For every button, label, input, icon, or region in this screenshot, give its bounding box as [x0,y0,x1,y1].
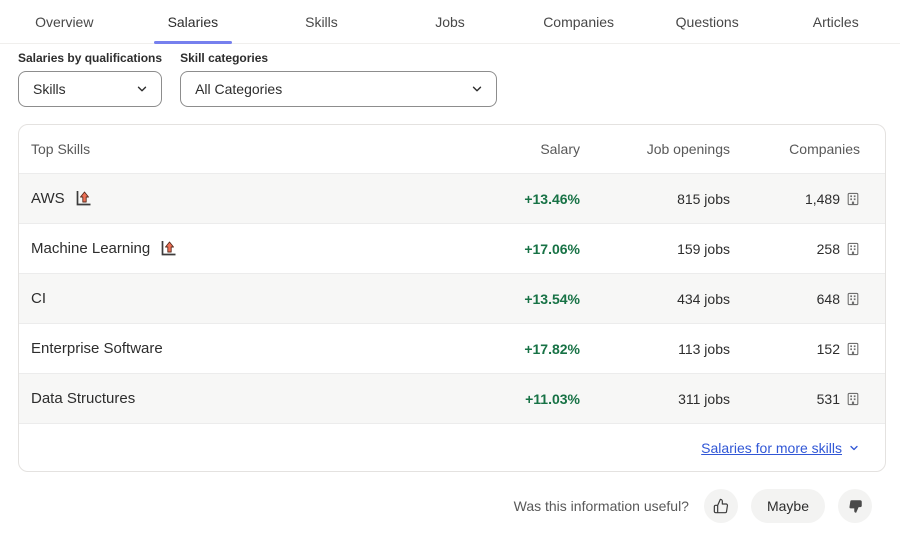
tab-salaries[interactable]: Salaries [129,0,258,43]
tab-label: Salaries [168,14,219,30]
salary-change: +13.46% [460,191,580,207]
header-top-skills: Top Skills [31,141,460,157]
building-icon [846,242,860,256]
building-icon [846,192,860,206]
tab-overview[interactable]: Overview [0,0,129,43]
job-openings-count: 815 jobs [580,191,730,207]
companies-count: 258 [817,241,840,257]
table-header-row: Top Skills Salary Job openings Companies [19,125,885,173]
tab-label: Overview [35,14,93,30]
building-icon [846,342,860,356]
tab-bar: Overview Salaries Skills Jobs Companies … [0,0,900,44]
salary-change: +11.03% [460,391,580,407]
table-row[interactable]: AWS +13.46% 815 jobs 1,489 [19,173,885,223]
tab-label: Questions [676,14,739,30]
salary-change: +17.06% [460,241,580,257]
filter-categories: Skill categories All Categories [180,51,497,107]
skill-name: CI [31,290,46,307]
more-skills-link-label: Salaries for more skills [701,440,842,456]
thumbs-down-icon [848,499,863,514]
tab-label: Jobs [435,14,465,30]
job-openings-count: 113 jobs [580,341,730,357]
header-salary: Salary [460,141,580,157]
building-icon [846,292,860,306]
qualifications-select[interactable]: Skills [18,71,162,107]
tab-questions[interactable]: Questions [643,0,772,43]
tab-label: Companies [543,14,614,30]
qualifications-label: Salaries by qualifications [18,51,162,65]
salary-change: +13.54% [460,291,580,307]
companies-count: 648 [817,291,840,307]
salary-change: +17.82% [460,341,580,357]
skill-name: Data Structures [31,390,135,407]
categories-selected-value: All Categories [195,81,282,97]
qualifications-selected-value: Skills [33,81,66,97]
table-body: AWS +13.46% 815 jobs 1,489 Mach [19,173,885,423]
filter-qualifications: Salaries by qualifications Skills [18,51,162,107]
tab-articles[interactable]: Articles [771,0,900,43]
table-row[interactable]: Machine Learning +17.06% 159 jobs 258 [19,223,885,273]
categories-label: Skill categories [180,51,497,65]
thumbs-up-button[interactable] [704,489,738,523]
trending-up-icon [159,239,178,258]
categories-select[interactable]: All Categories [180,71,497,107]
tab-jobs[interactable]: Jobs [386,0,515,43]
table-footer: Salaries for more skills [19,423,885,471]
tab-skills[interactable]: Skills [257,0,386,43]
maybe-button[interactable]: Maybe [751,489,825,523]
skill-name: Machine Learning [31,240,150,257]
companies-count: 531 [817,391,840,407]
skill-name: Enterprise Software [31,340,163,357]
table-row[interactable]: Data Structures +11.03% 311 jobs 531 [19,373,885,423]
thumbs-down-button[interactable] [838,489,872,523]
header-job-openings: Job openings [580,141,730,157]
chevron-down-icon [848,442,860,454]
tab-companies[interactable]: Companies [514,0,643,43]
job-openings-count: 311 jobs [580,391,730,407]
header-companies: Companies [730,141,860,157]
tab-label: Articles [813,14,859,30]
chevron-down-icon [135,82,149,96]
active-tab-underline [154,41,232,44]
chevron-down-icon [470,82,484,96]
salaries-for-more-skills-link[interactable]: Salaries for more skills [701,440,860,456]
companies-count: 1,489 [805,191,840,207]
feedback-bar: Was this information useful? Maybe [0,489,872,523]
tab-label: Skills [305,14,338,30]
table-row[interactable]: CI +13.54% 434 jobs 648 [19,273,885,323]
top-skills-card: Top Skills Salary Job openings Companies… [18,124,886,472]
thumbs-up-icon [713,498,729,514]
companies-count: 152 [817,341,840,357]
table-row[interactable]: Enterprise Software +17.82% 113 jobs 152 [19,323,885,373]
feedback-question: Was this information useful? [514,498,689,514]
filters-row: Salaries by qualifications Skills Skill … [18,51,882,107]
skill-name: AWS [31,190,65,207]
building-icon [846,392,860,406]
trending-up-icon [74,189,93,208]
job-openings-count: 434 jobs [580,291,730,307]
job-openings-count: 159 jobs [580,241,730,257]
